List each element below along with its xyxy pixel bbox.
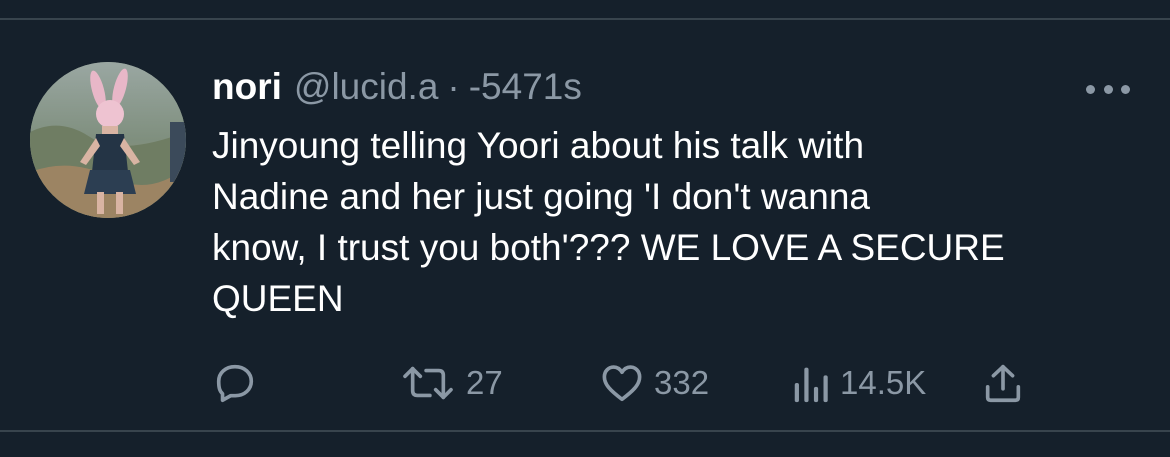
reply-button[interactable]: [212, 355, 266, 411]
tweet-header: nori @lucid.a · -5471s: [212, 66, 582, 112]
retweet-button[interactable]: 27: [398, 355, 503, 411]
author-name[interactable]: nori: [212, 66, 282, 108]
analytics-icon: [792, 360, 832, 406]
views-count: 14.5K: [840, 364, 927, 401]
views-button[interactable]: 14.5K: [792, 355, 926, 411]
header-separator: ·: [447, 66, 460, 107]
heart-icon: [598, 360, 646, 406]
like-count: 332: [654, 364, 710, 401]
top-divider: [0, 0, 1170, 20]
avatar[interactable]: [30, 62, 186, 218]
like-button[interactable]: 332: [598, 355, 709, 411]
avatar-image: [30, 62, 186, 218]
share-button[interactable]: [980, 355, 1026, 411]
share-icon: [980, 360, 1026, 406]
author-handle[interactable]: @lucid.a: [294, 66, 439, 108]
retweet-count: 27: [466, 364, 503, 401]
tweet-timestamp[interactable]: -5471s: [469, 66, 582, 108]
reply-icon: [212, 360, 258, 406]
retweet-icon: [398, 360, 458, 406]
bottom-divider: [0, 430, 1170, 432]
action-bar: 27 332 14.5K: [0, 355, 1170, 415]
more-options-icon[interactable]: [1086, 82, 1130, 96]
tweet-text: Jinyoung telling Yoori about his talk wi…: [212, 125, 1005, 319]
